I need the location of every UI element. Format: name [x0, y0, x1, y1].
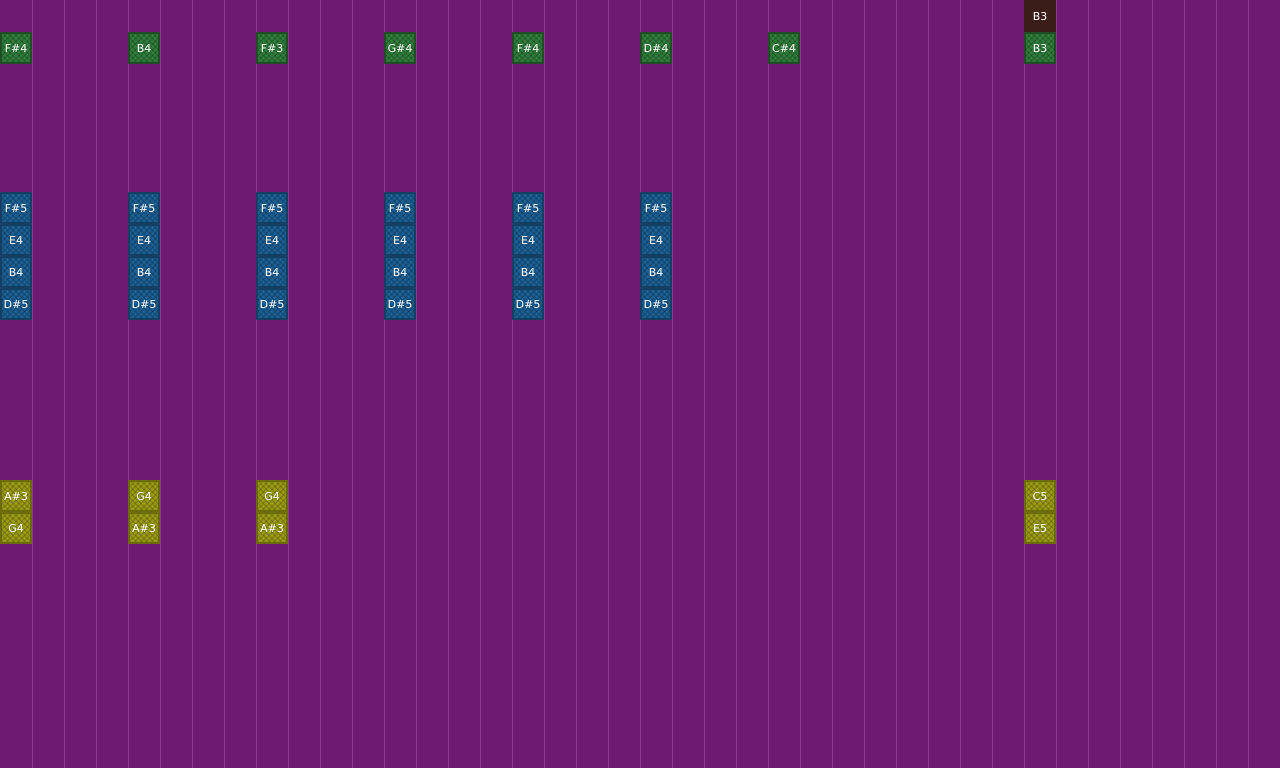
note-cell[interactable]: D#5 — [0, 288, 32, 320]
note-cell[interactable]: D#5 — [384, 288, 416, 320]
grid-column-line — [128, 0, 129, 768]
grid-column-line — [416, 0, 417, 768]
grid-column-line — [96, 0, 97, 768]
grid-column-line — [1056, 0, 1057, 768]
note-cell[interactable]: G4 — [128, 480, 160, 512]
note-cell[interactable]: B4 — [0, 256, 32, 288]
grid-column-line — [832, 0, 833, 768]
grid-column-line — [352, 0, 353, 768]
note-cell[interactable]: A#3 — [128, 512, 160, 544]
note-cell[interactable]: D#5 — [640, 288, 672, 320]
note-cell[interactable]: F#5 — [512, 192, 544, 224]
note-cell[interactable]: D#5 — [512, 288, 544, 320]
grid-column-line — [544, 0, 545, 768]
grid-column-line — [896, 0, 897, 768]
note-cell[interactable]: F#4 — [0, 32, 32, 64]
grid-column-line — [768, 0, 769, 768]
note-grid-board[interactable]: B3 F#4 B4 F#3 G#4 F#4 D#4 C#4 B3 F#5 E4 B4 D#5 F#5 E4 B… — [0, 0, 1280, 768]
grid-column-line — [1152, 0, 1153, 768]
grid-column-line — [224, 0, 225, 768]
note-cell[interactable]: D#4 — [640, 32, 672, 64]
note-cell[interactable]: E4 — [512, 224, 544, 256]
note-cell[interactable]: F#3 — [256, 32, 288, 64]
note-cell[interactable]: B4 — [384, 256, 416, 288]
note-cell[interactable]: G4 — [0, 512, 32, 544]
grid-column-line — [1184, 0, 1185, 768]
grid-column-line — [1024, 0, 1025, 768]
note-cell[interactable]: F#4 — [512, 32, 544, 64]
grid-column-line — [576, 0, 577, 768]
grid-column-line — [672, 0, 673, 768]
grid-column-line — [192, 0, 193, 768]
note-cell[interactable]: G4 — [256, 480, 288, 512]
grid-column-line — [320, 0, 321, 768]
grid-column-line — [704, 0, 705, 768]
note-cell[interactable]: E4 — [128, 224, 160, 256]
note-cell[interactable]: C#4 — [768, 32, 800, 64]
grid-column-line — [864, 0, 865, 768]
note-cell[interactable]: A#3 — [0, 480, 32, 512]
grid-column-line — [64, 0, 65, 768]
note-cell[interactable]: B4 — [128, 256, 160, 288]
note-cell[interactable]: B4 — [512, 256, 544, 288]
grid-column-line — [640, 0, 641, 768]
grid-column-line — [608, 0, 609, 768]
note-cell[interactable]: B3 — [1024, 0, 1056, 32]
grid-column-line — [1120, 0, 1121, 768]
note-cell[interactable]: F#5 — [256, 192, 288, 224]
note-cell[interactable]: F#5 — [0, 192, 32, 224]
note-cell[interactable]: F#5 — [128, 192, 160, 224]
note-cell[interactable]: E4 — [0, 224, 32, 256]
grid-column-line — [800, 0, 801, 768]
grid-column-line — [32, 0, 33, 768]
grid-column-line — [1088, 0, 1089, 768]
grid-column-line — [1248, 0, 1249, 768]
note-cell[interactable]: F#5 — [640, 192, 672, 224]
note-cell[interactable]: B4 — [640, 256, 672, 288]
note-cell[interactable]: B4 — [128, 32, 160, 64]
grid-column-line — [160, 0, 161, 768]
grid-column-line — [992, 0, 993, 768]
note-cell[interactable]: F#5 — [384, 192, 416, 224]
grid-column-line — [288, 0, 289, 768]
grid-column-line — [256, 0, 257, 768]
grid-column-line — [480, 0, 481, 768]
grid-column-line — [928, 0, 929, 768]
note-cell[interactable]: G#4 — [384, 32, 416, 64]
grid-column-line — [448, 0, 449, 768]
grid-column-line — [736, 0, 737, 768]
note-cell[interactable]: C5 — [1024, 480, 1056, 512]
grid-column-line — [1216, 0, 1217, 768]
note-cell[interactable]: E4 — [640, 224, 672, 256]
grid-column-line — [512, 0, 513, 768]
grid-column-line — [384, 0, 385, 768]
note-cell[interactable]: E4 — [256, 224, 288, 256]
note-cell[interactable]: D#5 — [128, 288, 160, 320]
note-cell[interactable]: B4 — [256, 256, 288, 288]
grid-column-line — [960, 0, 961, 768]
note-cell[interactable]: E5 — [1024, 512, 1056, 544]
note-cell[interactable]: A#3 — [256, 512, 288, 544]
note-cell[interactable]: B3 — [1024, 32, 1056, 64]
note-cell[interactable]: D#5 — [256, 288, 288, 320]
note-cell[interactable]: E4 — [384, 224, 416, 256]
